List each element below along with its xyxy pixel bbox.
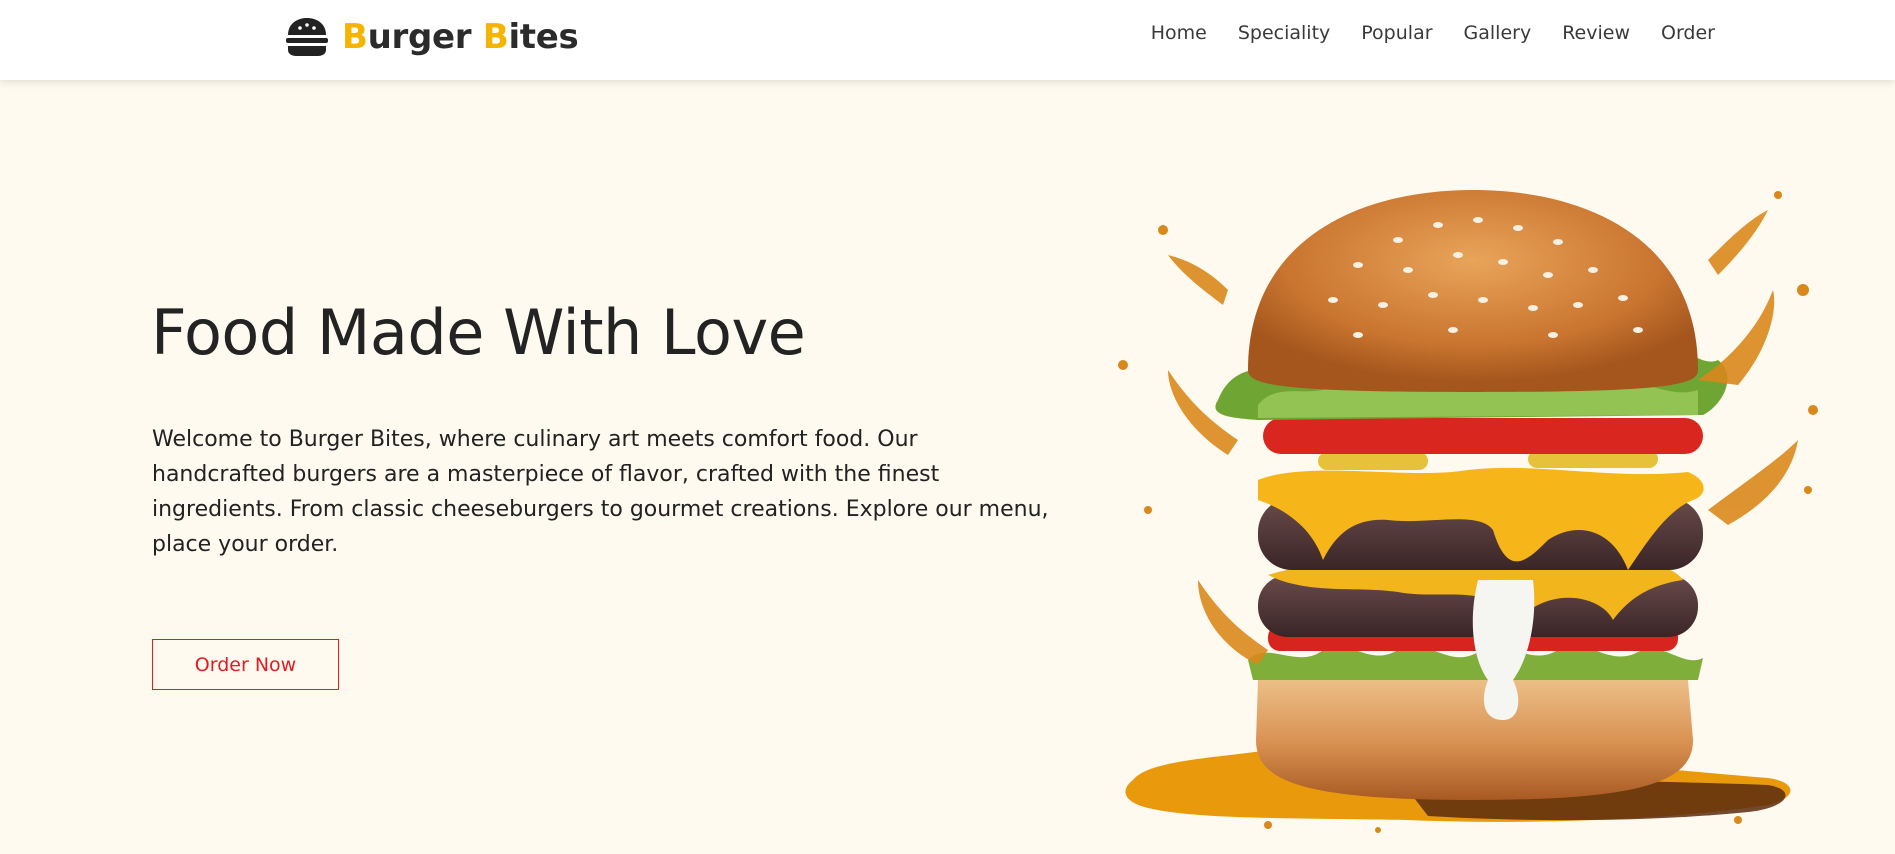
brand-name-part: ites [508, 17, 579, 57]
order-now-button[interactable]: Order Now [152, 639, 339, 690]
hero-description: Welcome to Burger Bites, where culinary … [152, 427, 1049, 557]
nav-link-popular[interactable]: Popular [1361, 22, 1432, 44]
nav-link-review[interactable]: Review [1562, 22, 1630, 44]
main-nav: Home Speciality Popular Gallery Review O… [1151, 22, 1715, 44]
nav-link-gallery[interactable]: Gallery [1464, 22, 1532, 44]
nav-link-speciality[interactable]: Speciality [1238, 22, 1330, 44]
brand-initial: B [482, 17, 509, 57]
brand-logo[interactable]: Burger Bites [284, 14, 579, 60]
brand-name-part: urger [367, 17, 483, 57]
nav-link-home[interactable]: Home [1151, 22, 1207, 44]
site-header: Burger Bites Home Speciality Popular Gal… [0, 0, 1895, 80]
burger-icon [286, 18, 328, 56]
nav-link-order[interactable]: Order [1661, 22, 1715, 44]
hero-title: Food Made With Love [151, 296, 806, 369]
brand-name: Burger Bites [342, 17, 579, 57]
burger-splash-image [1118, 190, 1818, 833]
brand-initial: B [342, 17, 368, 57]
